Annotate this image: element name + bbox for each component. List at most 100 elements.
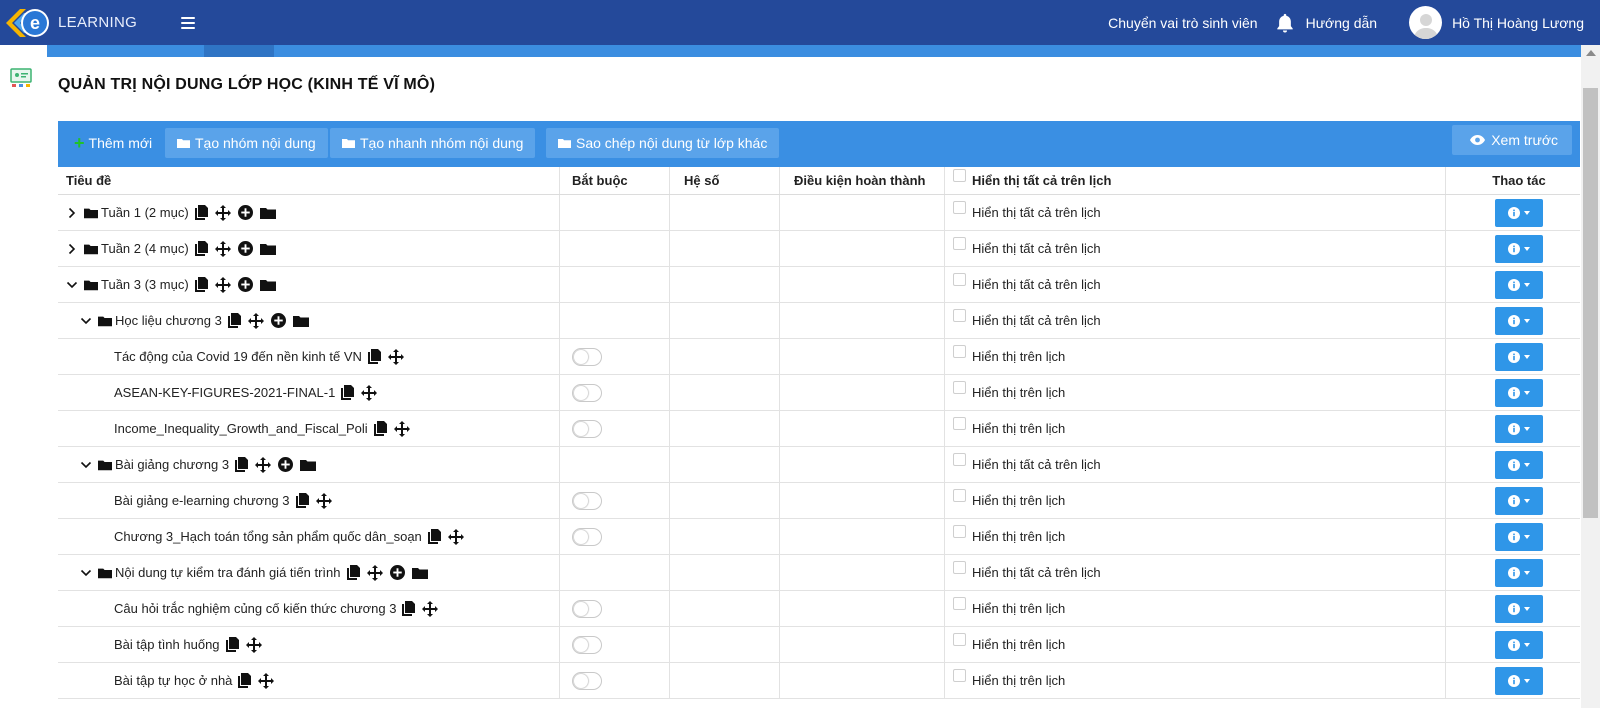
- required-toggle[interactable]: [572, 347, 602, 366]
- actions-dropdown-button[interactable]: [1495, 450, 1543, 479]
- required-toggle[interactable]: [572, 383, 602, 402]
- actions-dropdown-button[interactable]: [1495, 234, 1543, 263]
- calendar-checkbox[interactable]: [953, 525, 966, 538]
- add-folder-icon[interactable]: [411, 567, 428, 579]
- calendar-checkbox[interactable]: [953, 237, 966, 250]
- required-toggle[interactable]: [572, 527, 602, 546]
- add-circle-icon[interactable]: [270, 313, 286, 328]
- col-title[interactable]: Tiêu đề: [66, 167, 111, 194]
- calendar-checkbox[interactable]: [953, 669, 966, 682]
- add-new-button[interactable]: + Thêm mới: [62, 128, 164, 158]
- preview-button[interactable]: Xem trước: [1452, 125, 1572, 155]
- move-icon[interactable]: [214, 240, 231, 257]
- copy-icon[interactable]: [235, 457, 249, 472]
- required-toggle[interactable]: [572, 491, 602, 510]
- copy-icon[interactable]: [367, 349, 381, 364]
- copy-icon[interactable]: [341, 385, 355, 400]
- create-group-button[interactable]: Tạo nhóm nội dung: [165, 128, 328, 158]
- row-title[interactable]: Bài giảng e-learning chương 3: [114, 493, 290, 508]
- row-title[interactable]: Tuần 1 (2 mục): [101, 205, 189, 220]
- row-title[interactable]: Câu hỏi trắc nghiệm củng cố kiến thức ch…: [114, 601, 396, 616]
- add-folder-icon[interactable]: [300, 459, 317, 471]
- scrollbar-thumb[interactable]: [1583, 88, 1598, 518]
- copy-icon[interactable]: [402, 601, 416, 616]
- add-circle-icon[interactable]: [389, 565, 405, 580]
- move-icon[interactable]: [361, 384, 378, 401]
- scroll-up-icon[interactable]: [1586, 50, 1596, 56]
- required-toggle[interactable]: [572, 671, 602, 690]
- add-circle-icon[interactable]: [237, 277, 253, 292]
- calendar-checkbox[interactable]: [953, 633, 966, 646]
- menu-toggle-icon[interactable]: [181, 16, 195, 29]
- chevron-down-icon[interactable]: [80, 567, 92, 579]
- row-title[interactable]: Tuần 2 (4 mục): [101, 241, 189, 256]
- move-icon[interactable]: [214, 276, 231, 293]
- copy-icon[interactable]: [227, 313, 241, 328]
- copy-icon[interactable]: [295, 493, 309, 508]
- actions-dropdown-button[interactable]: [1495, 198, 1543, 227]
- move-icon[interactable]: [393, 420, 410, 437]
- classroom-icon[interactable]: [10, 68, 32, 88]
- move-icon[interactable]: [214, 204, 231, 221]
- col-completion[interactable]: Điều kiện hoàn thành: [794, 167, 925, 194]
- move-icon[interactable]: [258, 672, 275, 689]
- actions-dropdown-button[interactable]: [1495, 594, 1543, 623]
- calendar-checkbox[interactable]: [953, 273, 966, 286]
- required-toggle[interactable]: [572, 635, 602, 654]
- move-icon[interactable]: [315, 492, 332, 509]
- add-circle-icon[interactable]: [237, 241, 253, 256]
- copy-icon[interactable]: [427, 529, 441, 544]
- actions-dropdown-button[interactable]: [1495, 522, 1543, 551]
- chevron-down-icon[interactable]: [80, 315, 92, 327]
- actions-dropdown-button[interactable]: [1495, 630, 1543, 659]
- switch-role-link[interactable]: Chuyển vai trò sinh viên: [1108, 15, 1257, 31]
- calendar-checkbox[interactable]: [953, 453, 966, 466]
- row-title[interactable]: Học liệu chương 3: [115, 313, 222, 328]
- actions-dropdown-button[interactable]: [1495, 270, 1543, 299]
- actions-dropdown-button[interactable]: [1495, 342, 1543, 371]
- move-icon[interactable]: [255, 456, 272, 473]
- actions-dropdown-button[interactable]: [1495, 378, 1543, 407]
- logo[interactable]: e LEARNING: [4, 5, 179, 41]
- add-folder-icon[interactable]: [259, 243, 276, 255]
- add-folder-icon[interactable]: [292, 315, 309, 327]
- calendar-checkbox[interactable]: [953, 489, 966, 502]
- add-folder-icon[interactable]: [259, 207, 276, 219]
- col-coefficient[interactable]: Hệ số: [684, 167, 719, 194]
- chevron-right-icon[interactable]: [66, 207, 78, 219]
- move-icon[interactable]: [366, 564, 383, 581]
- row-title[interactable]: Nội dung tự kiểm tra đánh giá tiến trình: [115, 565, 341, 580]
- add-circle-icon[interactable]: [278, 457, 294, 472]
- copy-from-class-button[interactable]: Sao chép nội dung từ lớp khác: [546, 128, 780, 158]
- actions-dropdown-button[interactable]: [1495, 666, 1543, 695]
- move-icon[interactable]: [447, 528, 464, 545]
- calendar-checkbox[interactable]: [953, 201, 966, 214]
- row-title[interactable]: Bài giảng chương 3: [115, 457, 229, 472]
- calendar-checkbox[interactable]: [953, 345, 966, 358]
- show-all-calendar-checkbox[interactable]: [953, 169, 966, 182]
- calendar-checkbox[interactable]: [953, 597, 966, 610]
- calendar-checkbox[interactable]: [953, 561, 966, 574]
- guide-link[interactable]: Hướng dẫn: [1306, 15, 1377, 31]
- copy-icon[interactable]: [225, 637, 239, 652]
- required-toggle[interactable]: [572, 599, 602, 618]
- quick-create-group-button[interactable]: Tạo nhanh nhóm nội dung: [330, 128, 536, 158]
- bell-icon[interactable]: [1274, 12, 1296, 34]
- copy-icon[interactable]: [194, 277, 208, 292]
- move-icon[interactable]: [422, 600, 439, 617]
- add-folder-icon[interactable]: [259, 279, 276, 291]
- actions-dropdown-button[interactable]: [1495, 306, 1543, 335]
- row-title[interactable]: Income_Inequality_Growth_and_Fiscal_Poli: [114, 421, 368, 436]
- row-title[interactable]: Chương 3_Hạch toán tổng sản phẩm quốc dâ…: [114, 529, 422, 544]
- user-name[interactable]: Hồ Thị Hoàng Lương: [1452, 15, 1584, 31]
- chevron-right-icon[interactable]: [66, 243, 78, 255]
- actions-dropdown-button[interactable]: [1495, 558, 1543, 587]
- move-icon[interactable]: [387, 348, 404, 365]
- move-icon[interactable]: [247, 312, 264, 329]
- copy-icon[interactable]: [238, 673, 252, 688]
- row-title[interactable]: Tác động của Covid 19 đến nền kinh tế VN: [114, 349, 362, 364]
- copy-icon[interactable]: [194, 241, 208, 256]
- chevron-down-icon[interactable]: [66, 279, 78, 291]
- copy-icon[interactable]: [194, 205, 208, 220]
- calendar-checkbox[interactable]: [953, 381, 966, 394]
